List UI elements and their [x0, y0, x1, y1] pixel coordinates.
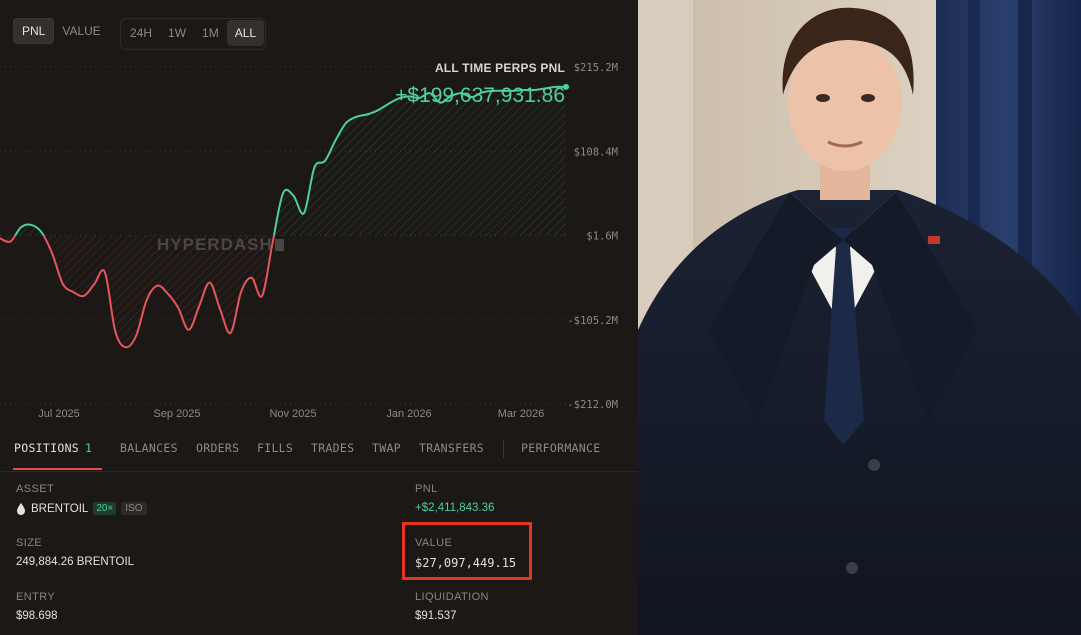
person-photo-illustration — [638, 0, 1081, 635]
y-tick-label: -$212.0M — [567, 399, 618, 411]
position-pnl-value: +$2,411,843.36 — [415, 502, 495, 514]
trading-panel: PNL VALUE 24H 1W 1M ALL $215.2M $108.4M $1… — [0, 0, 638, 635]
pnl-label: PNL — [415, 483, 438, 495]
x-tick-label: Jul 2025 — [38, 408, 80, 420]
oil-drop-icon — [17, 502, 25, 515]
tab-trades[interactable]: TRADES — [311, 441, 354, 455]
tab-fills[interactable]: FILLS — [257, 441, 293, 455]
tab-performance[interactable]: PERFORMANCE — [521, 441, 600, 455]
size-label: SIZE — [16, 537, 43, 549]
hyperdash-watermark: HYPERDASH — [157, 235, 284, 255]
all-time-pnl-value: +$199,637,931.86 — [395, 84, 565, 107]
positions-tab-bar: POSITIONS 1 BALANCES ORDERS FILLS TRADES … — [0, 437, 638, 472]
value-highlight-box — [402, 522, 532, 580]
tab-twap[interactable]: TWAP — [372, 441, 401, 455]
leverage-badge: 20× — [93, 502, 117, 515]
active-tab-underline — [13, 468, 102, 470]
positive-area — [0, 86, 566, 236]
size-field: SIZE 249,884.26 BRENTOIL — [16, 537, 134, 568]
asset-field: ASSET BRENTOIL 20× ISO — [16, 483, 147, 515]
entry-price-value: $98.698 — [16, 610, 58, 622]
watermark-text: HYPERDASH — [157, 235, 273, 254]
entry-field: ENTRY $98.698 — [16, 591, 58, 622]
tab-balances[interactable]: BALANCES — [120, 441, 178, 455]
person-photo — [638, 0, 1081, 635]
tab-transfers[interactable]: TRANSFERS — [419, 441, 484, 455]
y-tick-label: $1.6M — [586, 231, 618, 243]
chart-title: ALL TIME PERPS PNL — [434, 61, 565, 75]
asset-name[interactable]: BRENTOIL — [31, 503, 88, 515]
entry-label: ENTRY — [16, 591, 56, 603]
tab-positions[interactable]: POSITIONS 1 — [14, 441, 92, 455]
position-size-value: 249,884.26 BRENTOIL — [16, 556, 135, 568]
watermark-logo-icon — [274, 239, 284, 251]
margin-mode-badge: ISO — [121, 502, 147, 515]
asset-label: ASSET — [16, 483, 55, 495]
pnl-field: PNL +$2,411,843.36 — [415, 483, 494, 514]
x-tick-label: Jan 2026 — [386, 408, 431, 420]
liquidation-label: LIQUIDATION — [415, 591, 489, 603]
liquidation-field: LIQUIDATION $91.537 — [415, 591, 489, 622]
x-tick-label: Sep 2025 — [153, 408, 200, 420]
tab-divider — [503, 440, 504, 458]
y-tick-label: -$105.2M — [567, 315, 618, 327]
liquidation-price-value: $91.537 — [415, 610, 457, 622]
y-tick-label: $108.4M — [574, 146, 618, 158]
tab-positions-label: POSITIONS — [14, 441, 80, 455]
x-tick-label: Nov 2025 — [269, 408, 316, 420]
positions-count-badge: 1 — [85, 441, 93, 455]
y-tick-label: $215.2M — [574, 62, 618, 74]
x-tick-label: Mar 2026 — [498, 408, 544, 420]
tab-orders[interactable]: ORDERS — [196, 441, 239, 455]
